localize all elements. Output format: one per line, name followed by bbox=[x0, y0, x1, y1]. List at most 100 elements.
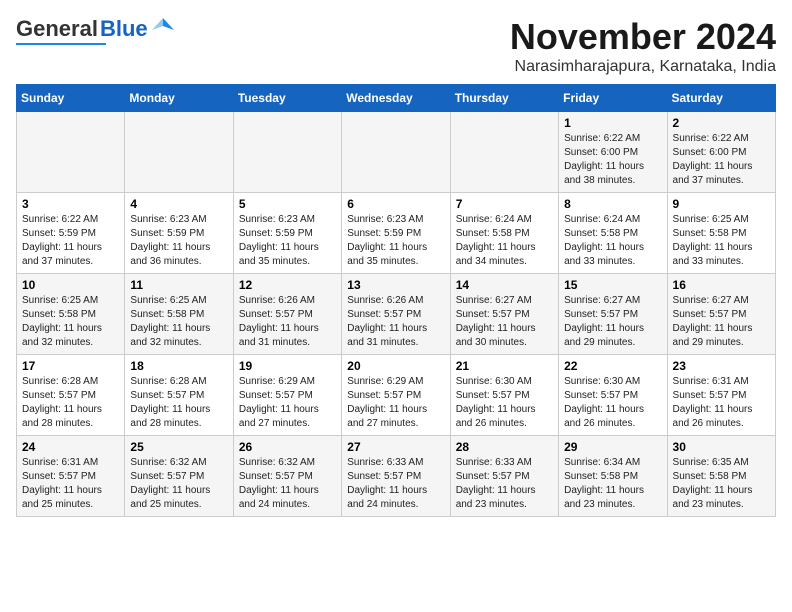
day-number: 27 bbox=[347, 440, 444, 454]
calendar-cell: 28 Sunrise: 6:33 AMSunset: 5:57 PMDayligh… bbox=[450, 436, 558, 517]
weekday-header-saturday: Saturday bbox=[667, 85, 775, 112]
calendar-cell: 8 Sunrise: 6:24 AMSunset: 5:58 PMDaylight… bbox=[559, 193, 667, 274]
calendar-cell: 7 Sunrise: 6:24 AMSunset: 5:58 PMDaylight… bbox=[450, 193, 558, 274]
day-number: 23 bbox=[673, 359, 770, 373]
day-info: Sunrise: 6:24 AMSunset: 5:58 PMDaylight:… bbox=[456, 213, 553, 269]
day-number: 12 bbox=[239, 278, 336, 292]
calendar-cell: 13 Sunrise: 6:26 AMSunset: 5:57 PMDayligh… bbox=[342, 274, 450, 355]
day-info: Sunrise: 6:26 AMSunset: 5:57 PMDaylight:… bbox=[239, 294, 336, 350]
day-number: 29 bbox=[564, 440, 661, 454]
day-number: 20 bbox=[347, 359, 444, 373]
day-info: Sunrise: 6:28 AMSunset: 5:57 PMDaylight:… bbox=[22, 375, 119, 431]
day-number: 18 bbox=[130, 359, 227, 373]
calendar-cell: 14Sunrise: 6:27 AMSunset: 5:57 PMDayligh… bbox=[450, 274, 558, 355]
weekday-header-monday: Monday bbox=[125, 85, 233, 112]
calendar-cell: 21 Sunrise: 6:30 AMSunset: 5:57 PMDayligh… bbox=[450, 355, 558, 436]
weekday-header-wednesday: Wednesday bbox=[342, 85, 450, 112]
weekday-header-row: SundayMondayTuesdayWednesdayThursdayFrid… bbox=[17, 85, 776, 112]
calendar-cell: 9 Sunrise: 6:25 AMSunset: 5:58 PMDaylight… bbox=[667, 193, 775, 274]
weekday-header-sunday: Sunday bbox=[17, 85, 125, 112]
day-info: Sunrise: 6:32 AMSunset: 5:57 PMDaylight:… bbox=[239, 456, 336, 512]
day-number: 8 bbox=[564, 197, 661, 211]
calendar-cell bbox=[450, 112, 558, 193]
day-info: Sunrise: 6:25 AMSunset: 5:58 PMDaylight:… bbox=[673, 213, 770, 269]
calendar-cell: 19 Sunrise: 6:29 AMSunset: 5:57 PMDayligh… bbox=[233, 355, 341, 436]
day-info: Sunrise: 6:22 AMSunset: 6:00 PMDaylight:… bbox=[673, 132, 770, 188]
month-title: November 2024 bbox=[510, 16, 776, 58]
calendar-cell: 29 Sunrise: 6:34 AMSunset: 5:58 PMDayligh… bbox=[559, 436, 667, 517]
calendar-cell: 17 Sunrise: 6:28 AMSunset: 5:57 PMDayligh… bbox=[17, 355, 125, 436]
day-info: Sunrise: 6:30 AMSunset: 5:57 PMDaylight:… bbox=[456, 375, 553, 431]
logo-general: General bbox=[16, 16, 98, 42]
day-info: Sunrise: 6:33 AMSunset: 5:57 PMDaylight:… bbox=[456, 456, 553, 512]
calendar-cell: 23Sunrise: 6:31 AMSunset: 5:57 PMDayligh… bbox=[667, 355, 775, 436]
title-area: November 2024 Narasimharajapura, Karnata… bbox=[510, 16, 776, 76]
page-header: General Blue November 2024 Narasimharaja… bbox=[16, 16, 776, 76]
day-number: 6 bbox=[347, 197, 444, 211]
calendar-week-row: 10 Sunrise: 6:25 AMSunset: 5:58 PMDayligh… bbox=[17, 274, 776, 355]
day-info: Sunrise: 6:23 AMSunset: 5:59 PMDaylight:… bbox=[347, 213, 444, 269]
day-number: 19 bbox=[239, 359, 336, 373]
day-info: Sunrise: 6:33 AMSunset: 5:57 PMDaylight:… bbox=[347, 456, 444, 512]
day-info: Sunrise: 6:27 AMSunset: 5:57 PMDaylight:… bbox=[564, 294, 661, 350]
logo: General Blue bbox=[16, 16, 174, 45]
day-info: Sunrise: 6:25 AMSunset: 5:58 PMDaylight:… bbox=[130, 294, 227, 350]
day-number: 7 bbox=[456, 197, 553, 211]
day-info: Sunrise: 6:31 AMSunset: 5:57 PMDaylight:… bbox=[22, 456, 119, 512]
day-info: Sunrise: 6:26 AMSunset: 5:57 PMDaylight:… bbox=[347, 294, 444, 350]
day-info: Sunrise: 6:29 AMSunset: 5:57 PMDaylight:… bbox=[239, 375, 336, 431]
calendar-cell: 26 Sunrise: 6:32 AMSunset: 5:57 PMDayligh… bbox=[233, 436, 341, 517]
logo-underline bbox=[16, 43, 106, 45]
day-number: 24 bbox=[22, 440, 119, 454]
day-info: Sunrise: 6:23 AMSunset: 5:59 PMDaylight:… bbox=[239, 213, 336, 269]
location-title: Narasimharajapura, Karnataka, India bbox=[510, 58, 776, 76]
day-info: Sunrise: 6:34 AMSunset: 5:58 PMDaylight:… bbox=[564, 456, 661, 512]
calendar-cell: 22 Sunrise: 6:30 AMSunset: 5:57 PMDayligh… bbox=[559, 355, 667, 436]
calendar-cell: 6 Sunrise: 6:23 AMSunset: 5:59 PMDaylight… bbox=[342, 193, 450, 274]
day-number: 22 bbox=[564, 359, 661, 373]
calendar-cell bbox=[125, 112, 233, 193]
day-info: Sunrise: 6:22 AMSunset: 6:00 PMDaylight:… bbox=[564, 132, 661, 188]
day-number: 17 bbox=[22, 359, 119, 373]
calendar-cell: 10 Sunrise: 6:25 AMSunset: 5:58 PMDayligh… bbox=[17, 274, 125, 355]
day-info: Sunrise: 6:29 AMSunset: 5:57 PMDaylight:… bbox=[347, 375, 444, 431]
day-number: 13 bbox=[347, 278, 444, 292]
calendar-cell: 11 Sunrise: 6:25 AMSunset: 5:58 PMDayligh… bbox=[125, 274, 233, 355]
day-number: 26 bbox=[239, 440, 336, 454]
day-number: 30 bbox=[673, 440, 770, 454]
day-info: Sunrise: 6:24 AMSunset: 5:58 PMDaylight:… bbox=[564, 213, 661, 269]
day-number: 28 bbox=[456, 440, 553, 454]
day-number: 21 bbox=[456, 359, 553, 373]
calendar-cell: 25Sunrise: 6:32 AMSunset: 5:57 PMDayligh… bbox=[125, 436, 233, 517]
day-info: Sunrise: 6:28 AMSunset: 5:57 PMDaylight:… bbox=[130, 375, 227, 431]
calendar-cell: 24 Sunrise: 6:31 AMSunset: 5:57 PMDayligh… bbox=[17, 436, 125, 517]
day-info: Sunrise: 6:27 AMSunset: 5:57 PMDaylight:… bbox=[673, 294, 770, 350]
calendar-cell bbox=[17, 112, 125, 193]
day-info: Sunrise: 6:23 AMSunset: 5:59 PMDaylight:… bbox=[130, 213, 227, 269]
day-number: 25 bbox=[130, 440, 227, 454]
calendar-cell: 4Sunrise: 6:23 AMSunset: 5:59 PMDaylight… bbox=[125, 193, 233, 274]
day-number: 1 bbox=[564, 116, 661, 130]
calendar-cell: 16 Sunrise: 6:27 AMSunset: 5:57 PMDayligh… bbox=[667, 274, 775, 355]
calendar-cell bbox=[342, 112, 450, 193]
day-info: Sunrise: 6:35 AMSunset: 5:58 PMDaylight:… bbox=[673, 456, 770, 512]
day-number: 15 bbox=[564, 278, 661, 292]
calendar-week-row: 24 Sunrise: 6:31 AMSunset: 5:57 PMDayligh… bbox=[17, 436, 776, 517]
day-info: Sunrise: 6:25 AMSunset: 5:58 PMDaylight:… bbox=[22, 294, 119, 350]
calendar-cell: 5Sunrise: 6:23 AMSunset: 5:59 PMDaylight… bbox=[233, 193, 341, 274]
day-number: 2 bbox=[673, 116, 770, 130]
calendar-cell bbox=[233, 112, 341, 193]
day-number: 10 bbox=[22, 278, 119, 292]
day-number: 16 bbox=[673, 278, 770, 292]
day-info: Sunrise: 6:30 AMSunset: 5:57 PMDaylight:… bbox=[564, 375, 661, 431]
calendar-cell: 15 Sunrise: 6:27 AMSunset: 5:57 PMDayligh… bbox=[559, 274, 667, 355]
calendar-cell: 27 Sunrise: 6:33 AMSunset: 5:57 PMDayligh… bbox=[342, 436, 450, 517]
logo-blue: Blue bbox=[100, 16, 148, 42]
day-info: Sunrise: 6:22 AMSunset: 5:59 PMDaylight:… bbox=[22, 213, 119, 269]
weekday-header-friday: Friday bbox=[559, 85, 667, 112]
calendar-week-row: 1 Sunrise: 6:22 AMSunset: 6:00 PMDaylight… bbox=[17, 112, 776, 193]
day-number: 9 bbox=[673, 197, 770, 211]
calendar-table: SundayMondayTuesdayWednesdayThursdayFrid… bbox=[16, 84, 776, 517]
weekday-header-tuesday: Tuesday bbox=[233, 85, 341, 112]
day-number: 11 bbox=[130, 278, 227, 292]
